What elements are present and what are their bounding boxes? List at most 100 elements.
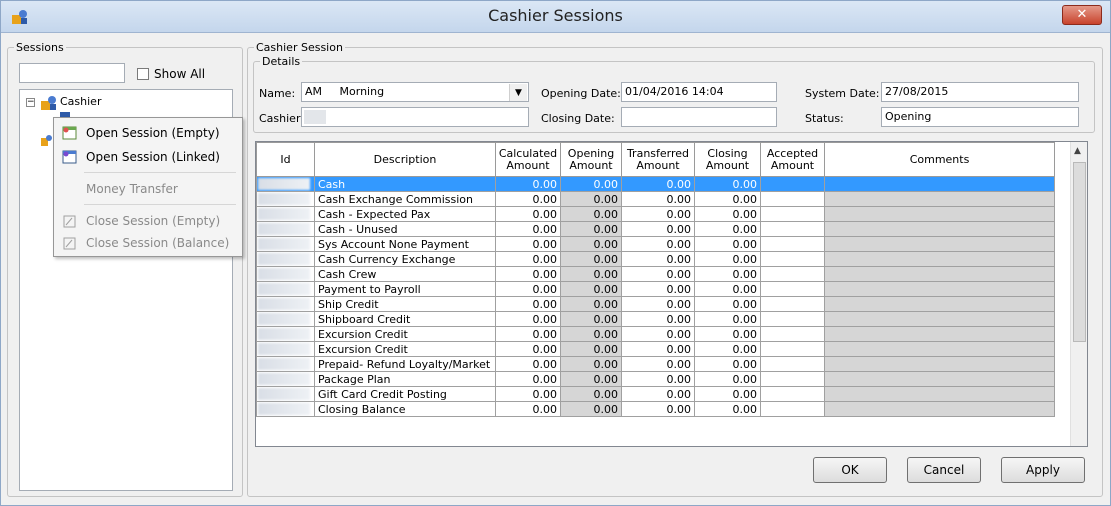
cell-closing[interactable]: 0.00	[694, 251, 761, 267]
cell-closing[interactable]: 0.00	[694, 356, 761, 372]
cell-description[interactable]: Package Plan	[314, 371, 496, 387]
cell-id[interactable]	[256, 251, 315, 267]
cell-closing[interactable]: 0.00	[694, 236, 761, 252]
cell-calculated[interactable]: 0.00	[495, 401, 561, 417]
cell-closing[interactable]: 0.00	[694, 191, 761, 207]
cell-description[interactable]: Cash Currency Exchange	[314, 251, 496, 267]
table-row[interactable]: Prepaid- Refund Loyalty/Market 0.00 0.00 0.…	[256, 356, 1055, 372]
cell-calculated[interactable]: 0.00	[495, 236, 561, 252]
table-row[interactable]: Cash 0.00 0.00 0.00 0.00	[256, 176, 1055, 192]
cell-closing[interactable]: 0.00	[694, 386, 761, 402]
cancel-button[interactable]: Cancel	[907, 457, 981, 483]
cell-description[interactable]: Excursion Credit	[314, 341, 496, 357]
cell-closing[interactable]: 0.00	[694, 401, 761, 417]
cell-comments[interactable]	[824, 311, 1055, 327]
cell-comments[interactable]	[824, 176, 1055, 192]
cell-opening[interactable]: 0.00	[560, 206, 622, 222]
cell-description[interactable]: Cash Exchange Commission	[314, 191, 496, 207]
cell-closing[interactable]: 0.00	[694, 281, 761, 297]
cell-comments[interactable]	[824, 386, 1055, 402]
cell-closing[interactable]: 0.00	[694, 206, 761, 222]
tree-node-cashier[interactable]: Cashier	[60, 95, 101, 108]
cell-accepted[interactable]	[760, 266, 825, 282]
cell-description[interactable]: Payment to Payroll	[314, 281, 496, 297]
cell-description[interactable]: Closing Balance	[314, 401, 496, 417]
table-row[interactable]: Sys Account None Payment 0.00 0.00 0.00 0.00	[256, 236, 1055, 252]
cell-description[interactable]: Gift Card Credit Posting	[314, 386, 496, 402]
cell-accepted[interactable]	[760, 281, 825, 297]
close-button[interactable]: ✕	[1062, 5, 1102, 25]
cell-id[interactable]	[256, 236, 315, 252]
dropdown-arrow-icon[interactable]: ▼	[509, 84, 527, 101]
cell-opening[interactable]: 0.00	[560, 176, 622, 192]
name-select[interactable]: AM Morning ▼	[301, 82, 529, 102]
column-header-accepted[interactable]: Accepted Amount	[760, 142, 825, 177]
apply-button[interactable]: Apply	[1001, 457, 1085, 483]
cell-id[interactable]	[256, 191, 315, 207]
cell-opening[interactable]: 0.00	[560, 191, 622, 207]
cell-calculated[interactable]: 0.00	[495, 326, 561, 342]
cell-description[interactable]: Prepaid- Refund Loyalty/Market	[314, 356, 496, 372]
cell-calculated[interactable]: 0.00	[495, 281, 561, 297]
cell-closing[interactable]: 0.00	[694, 176, 761, 192]
cell-id[interactable]	[256, 296, 315, 312]
cell-description[interactable]: Ship Credit	[314, 296, 496, 312]
cell-transferred[interactable]: 0.00	[621, 191, 695, 207]
table-row[interactable]: Cash Exchange Commission 0.00 0.00 0.00 0.00	[256, 191, 1055, 207]
cell-opening[interactable]: 0.00	[560, 326, 622, 342]
column-header-transferred[interactable]: Transferred Amount	[621, 142, 695, 177]
cell-calculated[interactable]: 0.00	[495, 296, 561, 312]
cell-calculated[interactable]: 0.00	[495, 386, 561, 402]
ok-button[interactable]: OK	[813, 457, 887, 483]
table-row[interactable]: Cash Crew 0.00 0.00 0.00 0.00	[256, 266, 1055, 282]
cell-comments[interactable]	[824, 266, 1055, 282]
cell-opening[interactable]: 0.00	[560, 341, 622, 357]
cell-transferred[interactable]: 0.00	[621, 371, 695, 387]
cell-id[interactable]	[256, 401, 315, 417]
cell-accepted[interactable]	[760, 236, 825, 252]
cell-calculated[interactable]: 0.00	[495, 371, 561, 387]
cell-comments[interactable]	[824, 356, 1055, 372]
table-row[interactable]: Cash Currency Exchange 0.00 0.00 0.00 0.00	[256, 251, 1055, 267]
cell-description[interactable]: Cash - Expected Pax	[314, 206, 496, 222]
cell-closing[interactable]: 0.00	[694, 326, 761, 342]
menu-open-session-linked[interactable]: Open Session (Linked)	[56, 146, 240, 168]
cell-calculated[interactable]: 0.00	[495, 251, 561, 267]
table-row[interactable]: Cash - Expected Pax 0.00 0.00 0.00 0.00	[256, 206, 1055, 222]
cell-accepted[interactable]	[760, 326, 825, 342]
scroll-thumb[interactable]	[1073, 162, 1086, 342]
cell-accepted[interactable]	[760, 221, 825, 237]
cell-closing[interactable]: 0.00	[694, 311, 761, 327]
table-row[interactable]: Cash - Unused 0.00 0.00 0.00 0.00	[256, 221, 1055, 237]
cell-accepted[interactable]	[760, 191, 825, 207]
cell-calculated[interactable]: 0.00	[495, 191, 561, 207]
cell-opening[interactable]: 0.00	[560, 221, 622, 237]
cell-comments[interactable]	[824, 281, 1055, 297]
cell-id[interactable]	[256, 356, 315, 372]
cell-comments[interactable]	[824, 371, 1055, 387]
cell-accepted[interactable]	[760, 311, 825, 327]
cell-transferred[interactable]: 0.00	[621, 266, 695, 282]
table-row[interactable]: Gift Card Credit Posting 0.00 0.00 0.00 0.00	[256, 386, 1055, 402]
grid-scrollbar[interactable]: ▲	[1070, 142, 1087, 446]
cell-id[interactable]	[256, 371, 315, 387]
cell-calculated[interactable]: 0.00	[495, 176, 561, 192]
cell-description[interactable]: Excursion Credit	[314, 326, 496, 342]
cell-transferred[interactable]: 0.00	[621, 311, 695, 327]
cell-id[interactable]	[256, 176, 315, 192]
table-row[interactable]: Shipboard Credit 0.00 0.00 0.00 0.00	[256, 311, 1055, 327]
cell-transferred[interactable]: 0.00	[621, 401, 695, 417]
cell-accepted[interactable]	[760, 251, 825, 267]
cell-comments[interactable]	[824, 251, 1055, 267]
cell-comments[interactable]	[824, 296, 1055, 312]
table-row[interactable]: Closing Balance 0.00 0.00 0.00 0.00	[256, 401, 1055, 417]
cell-accepted[interactable]	[760, 206, 825, 222]
show-all-checkbox[interactable]	[137, 68, 149, 80]
cell-opening[interactable]: 0.00	[560, 311, 622, 327]
cell-calculated[interactable]: 0.00	[495, 221, 561, 237]
cell-opening[interactable]: 0.00	[560, 356, 622, 372]
menu-close-session-balance[interactable]: Close Session (Balance)	[56, 232, 240, 254]
menu-open-session-empty[interactable]: Open Session (Empty)	[56, 122, 240, 144]
table-row[interactable]: Excursion Credit 0.00 0.00 0.00 0.00	[256, 326, 1055, 342]
cell-comments[interactable]	[824, 221, 1055, 237]
